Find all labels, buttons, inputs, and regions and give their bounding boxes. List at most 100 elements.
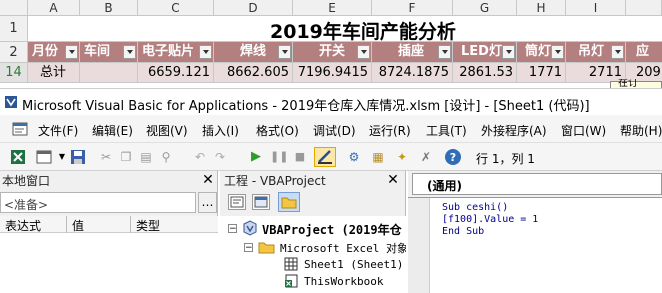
call-stack-button[interactable]: … (198, 192, 217, 213)
header-cell-pendant[interactable]: 吊灯 (566, 42, 626, 63)
row-header-1[interactable]: 1 (0, 16, 28, 42)
tree-item-thisworkbook[interactable]: ThisWorkbook (304, 275, 383, 288)
project-explorer-icon[interactable]: ⚙ (346, 149, 362, 165)
header-cell-socket[interactable]: 插座 (372, 42, 453, 63)
menu-insert[interactable]: 插入(I) (202, 122, 239, 139)
header-cell-downlight[interactable]: 筒灯 (517, 42, 566, 63)
header-cell-wire[interactable]: 焊线 (214, 42, 293, 63)
locals-col-expression[interactable]: 表达式 (5, 217, 41, 234)
menu-addins[interactable]: 外接程序(A) (481, 122, 547, 139)
cut-icon[interactable]: ✂ (98, 149, 114, 165)
menu-format[interactable]: 格式(O) (256, 122, 299, 139)
close-locals-icon[interactable]: ✕ (201, 173, 215, 187)
column-header-e[interactable]: E (293, 0, 372, 16)
header-cell-led[interactable]: LED灯 (453, 42, 517, 63)
filter-dropdown-icon[interactable] (123, 45, 136, 59)
menu-tools[interactable]: 工具(T) (426, 122, 467, 139)
total-cell-b[interactable] (80, 63, 138, 83)
properties-window-icon[interactable]: ▦ (370, 149, 386, 165)
column-header-c[interactable]: C (138, 0, 214, 16)
header-cell-workshop[interactable]: 车间 (80, 42, 138, 63)
filter-dropdown-icon[interactable] (611, 45, 624, 59)
column-header-f[interactable]: F (372, 0, 453, 16)
filter-dropdown-icon[interactable] (357, 45, 370, 59)
toggle-folders-button[interactable] (278, 192, 300, 212)
menu-help[interactable]: 帮助(H) (620, 122, 662, 139)
view-object-button[interactable] (252, 194, 270, 210)
object-browser-icon[interactable]: ✦ (394, 149, 410, 165)
code-line-3[interactable]: End Sub (442, 226, 484, 237)
undo-icon[interactable]: ↶ (192, 149, 208, 165)
close-project-explorer-icon[interactable]: ✕ (386, 173, 400, 187)
menu-file[interactable]: 文件(F) (38, 122, 78, 139)
code-line-2[interactable]: [f100].Value = 1 (442, 214, 538, 225)
menu-run[interactable]: 运行(R) (369, 122, 411, 139)
header-cell-month[interactable]: 月份 (28, 42, 80, 63)
code-editor[interactable]: Sub ceshi() [f100].Value = 1 End Sub (408, 197, 662, 293)
header-cell-switch[interactable]: 开关 (293, 42, 372, 63)
total-cell-e[interactable]: 7196.9415 (293, 63, 372, 83)
column-header-d[interactable]: D (214, 0, 293, 16)
filter-dropdown-icon[interactable] (502, 45, 515, 59)
header-cell-smt[interactable]: 电子贴片 (138, 42, 214, 63)
column-divider[interactable] (66, 216, 67, 233)
svg-text:?: ? (450, 151, 456, 164)
paste-icon[interactable]: ▤ (138, 149, 154, 165)
toolbox-icon[interactable]: ✗ (418, 149, 434, 165)
collapse-toggle-icon[interactable]: − (228, 224, 237, 234)
menu-edit[interactable]: 编辑(E) (92, 122, 133, 139)
design-mode-icon[interactable] (314, 147, 336, 167)
column-header-a[interactable]: A (28, 0, 80, 16)
filter-dropdown-icon[interactable] (199, 45, 212, 59)
help-icon[interactable]: ? (444, 148, 462, 166)
locals-header-row: 表达式 值 类型 (0, 216, 218, 233)
total-cell-g[interactable]: 2861.53 (453, 63, 517, 83)
tree-item-vbaproject[interactable]: VBAProject (2019年仓 (262, 221, 406, 238)
collapse-toggle-icon[interactable]: − (244, 243, 253, 253)
total-cell-c[interactable]: 6659.121 (138, 63, 214, 83)
excel-view-icon[interactable] (10, 149, 26, 165)
object-dropdown[interactable]: (通用) (412, 173, 662, 195)
total-label-cell[interactable]: 总计 (28, 63, 80, 83)
column-header-j[interactable] (626, 0, 662, 16)
row-header-2[interactable]: 2 (0, 42, 28, 63)
locals-col-value[interactable]: 值 (72, 217, 84, 234)
dropdown-arrow-icon[interactable]: ▼ (54, 149, 70, 165)
menu-view[interactable]: 视图(V) (146, 122, 188, 139)
break-icon[interactable]: ❚❚ (270, 149, 288, 165)
menu-window[interactable]: 窗口(W) (561, 122, 606, 139)
redo-icon[interactable]: ↷ (212, 149, 228, 165)
select-all-corner[interactable] (0, 0, 28, 16)
filter-dropdown-icon[interactable] (551, 45, 564, 59)
copy-icon[interactable]: ❐ (118, 149, 134, 165)
column-header-i[interactable]: I (566, 0, 626, 16)
find-icon[interactable]: ⚲ (158, 149, 174, 165)
insert-userform-icon[interactable] (36, 149, 52, 165)
menu-debug[interactable]: 调试(D) (313, 122, 356, 139)
header-cell-partial[interactable]: 应 (626, 42, 662, 63)
filter-dropdown-icon[interactable] (65, 45, 78, 59)
total-cell-f[interactable]: 8724.1875 (372, 63, 453, 83)
locals-context-field[interactable]: <准备> (0, 192, 196, 213)
code-margin-indicator-bar[interactable] (408, 198, 430, 293)
code-line-1[interactable]: Sub ceshi() (442, 202, 508, 213)
total-cell-d[interactable]: 8662.605 (214, 63, 293, 83)
run-icon[interactable]: ▶ (248, 149, 264, 165)
column-divider[interactable] (130, 216, 131, 233)
column-header-h[interactable]: H (517, 0, 566, 16)
code-window-icon[interactable] (12, 122, 28, 136)
row-header-14[interactable]: 14 (0, 63, 28, 83)
reset-icon[interactable]: ■ (292, 149, 308, 165)
tree-item-sheet1[interactable]: Sheet1 (Sheet1) (304, 258, 403, 271)
header-label: 车间 (84, 44, 111, 59)
column-header-g[interactable]: G (453, 0, 517, 16)
filter-dropdown-icon[interactable] (438, 45, 451, 59)
tree-item-excel-objects[interactable]: Microsoft Excel 对象 (280, 240, 406, 256)
filter-dropdown-icon[interactable] (278, 45, 291, 59)
total-cell-h[interactable]: 1771 (517, 63, 566, 83)
locals-col-type[interactable]: 类型 (136, 217, 160, 234)
view-code-button[interactable] (228, 194, 246, 210)
column-header-b[interactable]: B (80, 0, 138, 16)
save-icon[interactable] (70, 149, 86, 165)
total-cell-i[interactable]: 2711 (566, 63, 626, 83)
